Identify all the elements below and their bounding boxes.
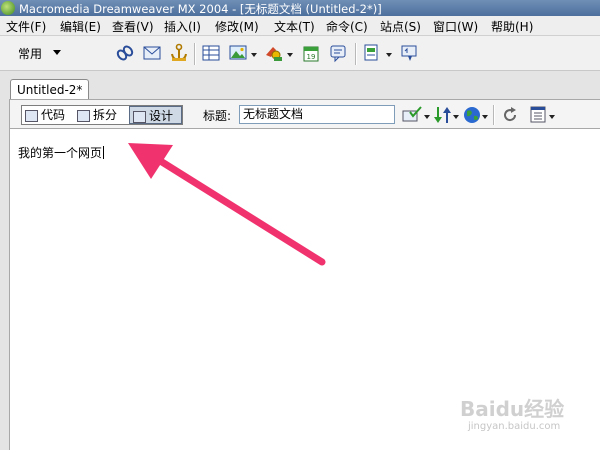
menu-view[interactable]: 查看(V) (112, 18, 154, 35)
menu-bar: 文件(F) 编辑(E) 查看(V) 插入(I) 修改(M) 文本(T) 命令(C… (0, 16, 600, 36)
hyperlink-icon[interactable] (115, 43, 135, 63)
file-transfer-icon[interactable] (432, 105, 454, 125)
preview-browser-icon[interactable] (462, 105, 482, 125)
watermark-url: jingyan.baidu.com (468, 421, 561, 432)
code-view-icon (25, 109, 38, 122)
comment-icon[interactable] (328, 43, 348, 63)
window-title: Macromedia Dreamweaver MX 2004 - [无标题文档 … (19, 2, 382, 16)
named-anchor-icon[interactable] (169, 43, 189, 63)
document-toolbar: 代码 拆分 设计 标题: 无标题文档 (9, 99, 600, 129)
design-view-icon (133, 110, 146, 123)
insert-category-dropdown[interactable]: 常用 (18, 45, 61, 62)
page-content-text[interactable]: 我的第一个网页 (18, 144, 105, 161)
dreamweaver-app-icon (1, 1, 15, 15)
menu-edit[interactable]: 编辑(E) (60, 18, 101, 35)
document-tab[interactable]: Untitled-2* (10, 79, 89, 99)
chevron-down-icon[interactable] (386, 53, 392, 57)
menu-modify[interactable]: 修改(M) (215, 18, 259, 35)
title-label: 标题: (203, 109, 232, 123)
text-cursor (103, 146, 105, 159)
date-icon[interactable]: 19 (301, 43, 321, 63)
toolbar-separator (355, 43, 357, 65)
email-link-icon[interactable] (142, 43, 162, 63)
insert-category-label: 常用 (18, 47, 43, 61)
menu-file[interactable]: 文件(F) (6, 18, 46, 35)
menu-help[interactable]: 帮助(H) (491, 18, 533, 35)
design-view-button[interactable]: 设计 (129, 106, 182, 124)
split-view-icon (77, 109, 90, 122)
view-options-icon[interactable] (529, 105, 549, 125)
svg-text:19: 19 (307, 53, 316, 61)
chevron-down-icon[interactable] (453, 115, 459, 119)
window-title-bar[interactable]: Macromedia Dreamweaver MX 2004 - [无标题文档 … (0, 0, 600, 16)
menu-text[interactable]: 文本(T) (274, 18, 315, 35)
code-view-button[interactable]: 代码 (22, 106, 72, 124)
toolbar-separator (194, 43, 196, 65)
chevron-down-icon (53, 50, 61, 55)
table-icon[interactable] (201, 43, 221, 63)
menu-site[interactable]: 站点(S) (380, 18, 421, 35)
menu-commands[interactable]: 命令(C) (326, 18, 368, 35)
chevron-down-icon[interactable] (482, 115, 488, 119)
image-icon[interactable] (228, 43, 248, 63)
chevron-down-icon[interactable] (424, 115, 430, 119)
insert-toolbar: 常用 19 (0, 36, 600, 71)
chevron-down-icon[interactable] (287, 53, 293, 57)
tag-chooser-icon[interactable] (399, 43, 419, 63)
watermark-logo: Baidu经验 (460, 397, 565, 421)
menu-window[interactable]: 窗口(W) (433, 18, 478, 35)
refresh-icon[interactable] (501, 106, 519, 124)
chevron-down-icon[interactable] (251, 53, 257, 57)
toolbar-separator (493, 105, 495, 125)
document-title-input[interactable]: 无标题文档 (239, 105, 395, 124)
media-icon[interactable] (264, 43, 284, 63)
validate-markup-icon[interactable] (402, 106, 424, 124)
template-icon[interactable] (362, 43, 382, 63)
view-mode-group: 代码 拆分 设计 (21, 105, 183, 125)
menu-insert[interactable]: 插入(I) (164, 18, 201, 35)
split-view-button[interactable]: 拆分 (74, 106, 128, 124)
chevron-down-icon[interactable] (549, 115, 555, 119)
